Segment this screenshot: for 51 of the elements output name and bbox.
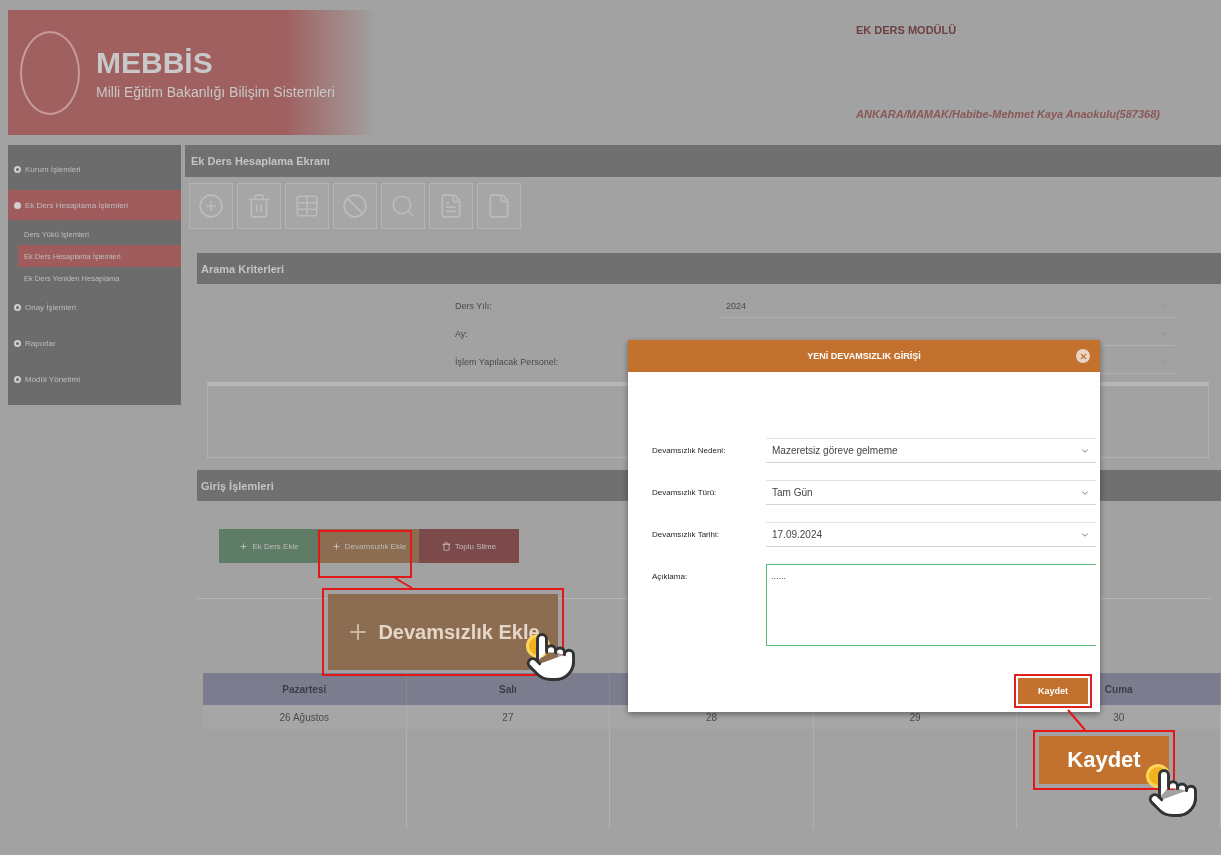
- bullet-icon: [14, 165, 21, 173]
- toolbar-button[interactable]: [237, 183, 281, 229]
- module-title: EK DERS MODÜLÜ: [856, 24, 958, 36]
- sidebar-item[interactable]: Raporlar: [8, 328, 181, 358]
- field-label: Ders Yılı:: [455, 300, 493, 313]
- zoomed-button[interactable]: Kaydet: [1039, 736, 1169, 784]
- bullet-icon: [14, 201, 21, 209]
- bullet-icon: [14, 303, 21, 311]
- sidebar-item[interactable]: Modül Yönetimi: [8, 364, 181, 394]
- field-label: Açıklama:: [652, 570, 689, 583]
- section-title: Arama Kriterleri: [197, 253, 1221, 284]
- toolbar-button[interactable]: [333, 183, 377, 229]
- emblem-icon: [20, 30, 80, 115]
- select-field[interactable]: Mazeretsiz göreve gelmeme: [766, 438, 1096, 463]
- toolbar-button[interactable]: [477, 183, 521, 229]
- plus-icon: [239, 541, 249, 551]
- day-header: Pazartesi: [203, 673, 407, 705]
- bullet-icon: [14, 339, 21, 347]
- select-field[interactable]: 17.09.2024: [766, 522, 1096, 547]
- panel-title: Ek Ders Hesaplama Ekranı: [185, 145, 1221, 177]
- sidebar-item[interactable]: Ek Ders Hesaplama İşlemleri: [8, 190, 181, 220]
- sidebar-item[interactable]: Onay İşlemleri: [8, 292, 181, 322]
- toolbar-button[interactable]: [285, 183, 329, 229]
- institution-name: ANKARA/MAMAK/Habibe-Mehmet Kaya Anaokulu(587368): [856, 108, 1160, 120]
- field-label: Devamsızlık Nedeni:: [652, 444, 727, 457]
- bullet-icon: [14, 375, 21, 383]
- description-field[interactable]: ......: [766, 564, 1096, 646]
- field-label: Ay:: [455, 328, 469, 341]
- app-subtitle: Milli Eğitim Bakanlığı Bilişim Sistemleri: [96, 83, 335, 100]
- plus-icon: [331, 541, 341, 551]
- date-cell[interactable]: 27: [406, 705, 611, 729]
- action-button[interactable]: Ek Ders Ekle: [219, 529, 319, 563]
- day-header: Salı: [406, 673, 611, 705]
- toolbar-button[interactable]: [429, 183, 473, 229]
- field-label: Devamsızlık Türü:: [652, 486, 718, 499]
- close-icon: [1078, 351, 1088, 361]
- action-button[interactable]: Devamsızlık Ekle: [319, 529, 419, 563]
- select-field[interactable]: 2024: [720, 294, 1175, 318]
- dialog-title: YENİ DEVAMSIZLIK GİRİŞİ: [807, 351, 921, 361]
- date-cell[interactable]: 26 Ağustos: [203, 705, 407, 729]
- field-label: İşlem Yapılacak Personel:: [455, 356, 560, 369]
- select-field[interactable]: Tam Gün: [766, 480, 1096, 505]
- sidebar-item[interactable]: Kurum İşlemleri: [8, 154, 181, 184]
- action-button[interactable]: Toplu Silme: [419, 529, 519, 563]
- toolbar-button[interactable]: [381, 183, 425, 229]
- toolbar-button[interactable]: [189, 183, 233, 229]
- hand-pointer-icon: [1146, 766, 1200, 820]
- close-button[interactable]: [1076, 349, 1090, 363]
- field-label: Devamsızlık Tarihi:: [652, 528, 720, 541]
- app-name: MEBBİS: [96, 45, 214, 80]
- trash-icon: [441, 541, 451, 551]
